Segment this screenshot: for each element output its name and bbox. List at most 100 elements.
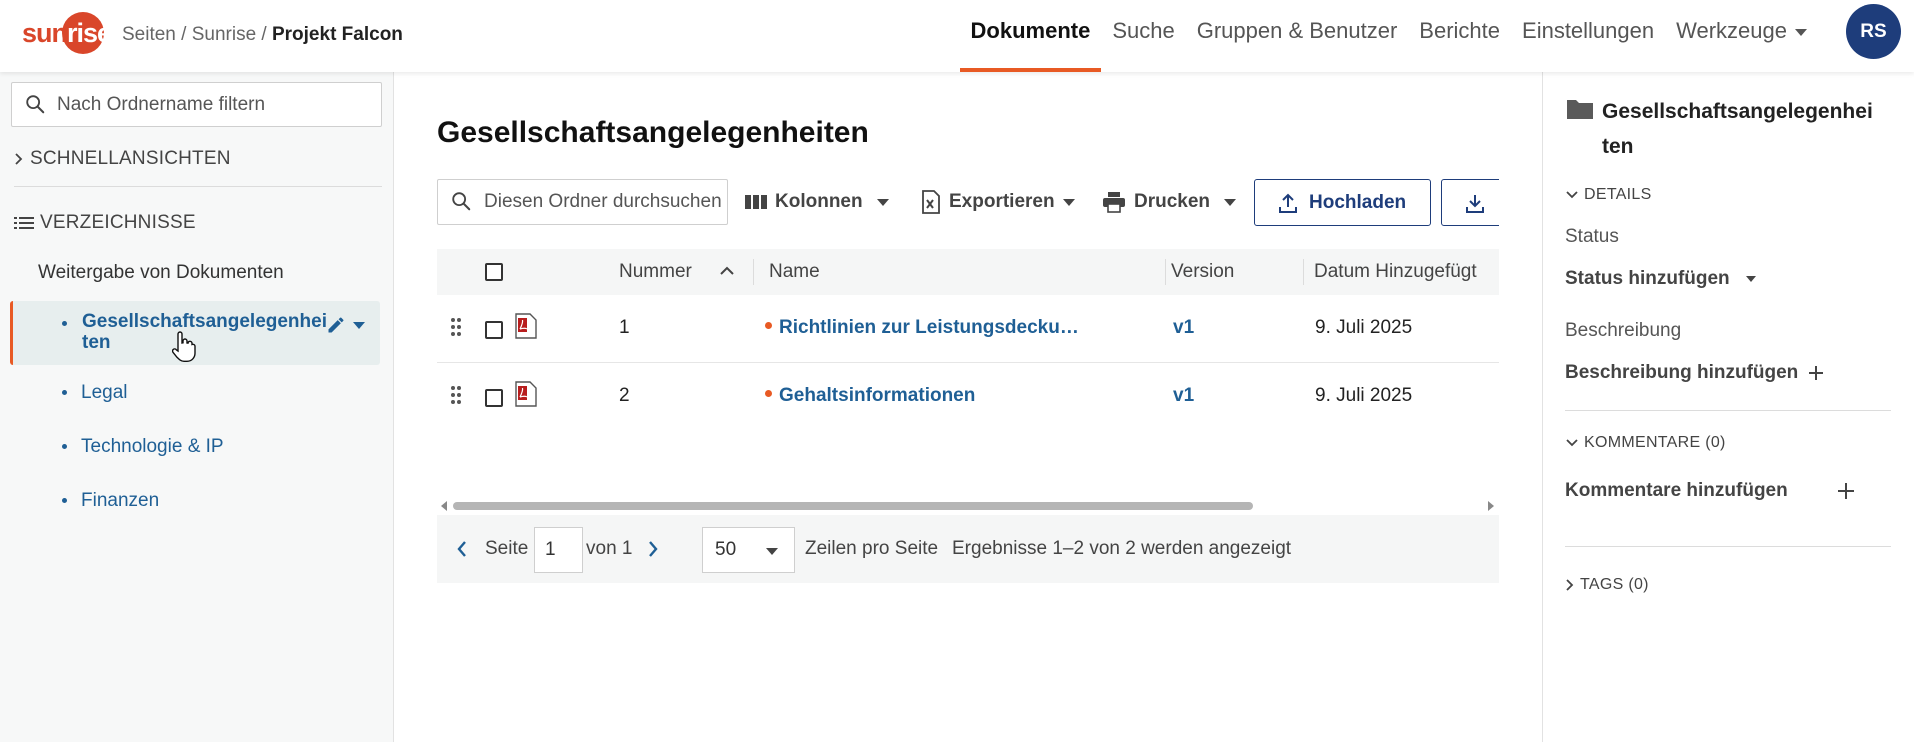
- plus-icon: [1838, 483, 1854, 499]
- chevron-right-icon[interactable]: [648, 541, 658, 557]
- logo-text: sunrise: [22, 18, 112, 49]
- printer-icon: [1103, 192, 1125, 213]
- nav-suche[interactable]: Suche: [1101, 0, 1185, 72]
- scroll-right-arrow-icon[interactable]: [1488, 501, 1495, 511]
- column-header-date[interactable]: Datum Hinzugefügt: [1314, 261, 1477, 283]
- status-label: Status: [1565, 226, 1619, 247]
- folder-label: Gesellschaftsangelegenhei ten: [82, 311, 327, 353]
- breadcrumb-separator: /: [256, 24, 272, 45]
- folder-technologie-ip[interactable]: Technologie & IP: [12, 436, 382, 462]
- columns-button[interactable]: Kolonnen: [745, 179, 889, 225]
- folder-finanzen[interactable]: Finanzen: [12, 490, 382, 516]
- add-comment-button[interactable]: Kommentare hinzufügen: [1565, 480, 1855, 502]
- row-number: 2: [619, 385, 630, 406]
- plus-icon: [1809, 366, 1824, 380]
- add-description-label: Beschreibung hinzufügen: [1565, 362, 1799, 383]
- row-number: 1: [619, 317, 630, 338]
- chevron-left-icon[interactable]: [457, 541, 467, 557]
- directories-toggle[interactable]: VERZEICHNISSE: [14, 212, 196, 234]
- table-header: Nummer Name Version Datum Hinzugefügt: [437, 249, 1499, 295]
- avatar[interactable]: RS: [1846, 4, 1901, 59]
- folder-label: Finanzen: [81, 490, 160, 511]
- nav-berichte[interactable]: Berichte: [1408, 0, 1511, 72]
- column-header-name[interactable]: Name: [769, 261, 820, 283]
- nav-einstellungen[interactable]: Einstellungen: [1511, 0, 1665, 72]
- unread-dot: [765, 390, 772, 398]
- table-row[interactable]: 2 Gehaltsinformationen v1 9. Juli 2025: [437, 363, 1499, 431]
- upload-label: Hochladen: [1309, 191, 1407, 213]
- page-number-input[interactable]: [534, 527, 583, 573]
- tree-root[interactable]: Weitergabe von Dokumenten: [38, 262, 284, 284]
- drag-handle-icon[interactable]: [451, 385, 461, 405]
- column-separator: [753, 259, 754, 285]
- print-button[interactable]: Drucken: [1102, 179, 1237, 225]
- details-toggle[interactable]: DETAILS: [1566, 186, 1652, 204]
- nav-werkzeuge[interactable]: Werkzeuge: [1665, 0, 1818, 72]
- folder-search-input[interactable]: [484, 180, 724, 224]
- panel-divider: [1565, 410, 1891, 411]
- folder-label-line2: ten: [82, 332, 111, 353]
- panel-title-line1: Gesellschaftsangelegenhei: [1602, 100, 1873, 123]
- horizontal-scrollbar[interactable]: [437, 498, 1499, 512]
- add-status-label: Status hinzufügen: [1565, 268, 1730, 289]
- search-icon: [26, 95, 45, 114]
- add-description-button[interactable]: Beschreibung hinzufügen: [1565, 362, 1824, 384]
- date-added: 9. Juli 2025: [1315, 385, 1413, 406]
- bullet-icon: [62, 444, 67, 449]
- hand-cursor-icon: [172, 331, 196, 362]
- breadcrumb-item[interactable]: Sunrise: [192, 24, 256, 45]
- drag-handle-icon[interactable]: [451, 317, 461, 337]
- folder-label-line1: Gesellschaftsangelegenhei: [82, 311, 327, 332]
- scrollbar-thumb[interactable]: [453, 502, 1253, 510]
- panel-divider: [1565, 546, 1891, 547]
- nav-dokumente[interactable]: Dokumente: [959, 0, 1102, 72]
- comments-label: KOMMENTARE (0): [1584, 434, 1726, 451]
- table-row[interactable]: 1 Richtlinien zur Leistungsdecku… v1 9. …: [437, 295, 1499, 363]
- version-link[interactable]: v1: [1173, 317, 1194, 339]
- chevron-up-icon[interactable]: [720, 266, 734, 276]
- column-header-version[interactable]: Version: [1171, 261, 1234, 283]
- description-label: Beschreibung: [1565, 320, 1682, 341]
- logo-text-sun: sun: [22, 18, 68, 48]
- sunrise-logo[interactable]: sunrise: [20, 12, 112, 56]
- rows-per-page-select[interactable]: 50: [702, 527, 795, 573]
- chevron-right-icon: [1566, 579, 1574, 591]
- main-nav: Dokumente Suche Gruppen & Benutzer Beric…: [959, 0, 1818, 72]
- export-button[interactable]: Exportieren: [921, 179, 1075, 225]
- chevron-down-icon: [1224, 198, 1237, 206]
- chevron-down-icon: [876, 198, 889, 206]
- scroll-left-arrow-icon[interactable]: [441, 501, 448, 511]
- comments-toggle[interactable]: KOMMENTARE (0): [1566, 434, 1726, 452]
- download-icon: [1466, 194, 1484, 213]
- breadcrumb-item[interactable]: Seiten: [122, 24, 176, 45]
- quick-views-toggle[interactable]: SCHNELLANSICHTEN: [14, 148, 231, 170]
- pencil-icon[interactable]: [326, 315, 346, 335]
- folder-legal[interactable]: Legal: [12, 382, 382, 408]
- column-header-nummer[interactable]: Nummer: [619, 261, 692, 283]
- version-link[interactable]: v1: [1173, 385, 1194, 407]
- row-checkbox[interactable]: [485, 321, 503, 339]
- document-name-link[interactable]: Richtlinien zur Leistungsdecku…: [765, 317, 1079, 339]
- columns-label: Kolonnen: [775, 191, 863, 212]
- details-label: DETAILS: [1584, 186, 1652, 203]
- page-label: Seite: [485, 538, 529, 559]
- add-status-button[interactable]: Status hinzufügen: [1565, 268, 1756, 290]
- row-checkbox[interactable]: [485, 389, 503, 407]
- upload-button[interactable]: Hochladen: [1254, 179, 1432, 226]
- page-title: Gesellschaftsangelegenheiten: [437, 116, 869, 149]
- rows-per-page-value: 50: [715, 539, 737, 560]
- folder-filter-input[interactable]: [57, 83, 377, 126]
- panel-title: Gesellschaftsangelegenhei ten: [1602, 94, 1892, 164]
- tags-toggle[interactable]: TAGS (0): [1566, 576, 1649, 594]
- chevron-down-icon[interactable]: [352, 320, 366, 330]
- document-name-link[interactable]: Gehaltsinformationen: [765, 385, 975, 407]
- folder-icon: [1567, 100, 1593, 119]
- column-header-label: Nummer: [619, 261, 692, 282]
- download-button[interactable]: [1441, 179, 1499, 226]
- rows-per-page-label: Zeilen pro Seite: [805, 538, 939, 559]
- chevron-down-icon: [766, 548, 778, 555]
- nav-gruppen-benutzer[interactable]: Gruppen & Benutzer: [1186, 0, 1409, 72]
- chevron-down-icon: [1795, 28, 1807, 36]
- select-all-checkbox[interactable]: [485, 263, 503, 281]
- directories-label: VERZEICHNISSE: [40, 212, 196, 233]
